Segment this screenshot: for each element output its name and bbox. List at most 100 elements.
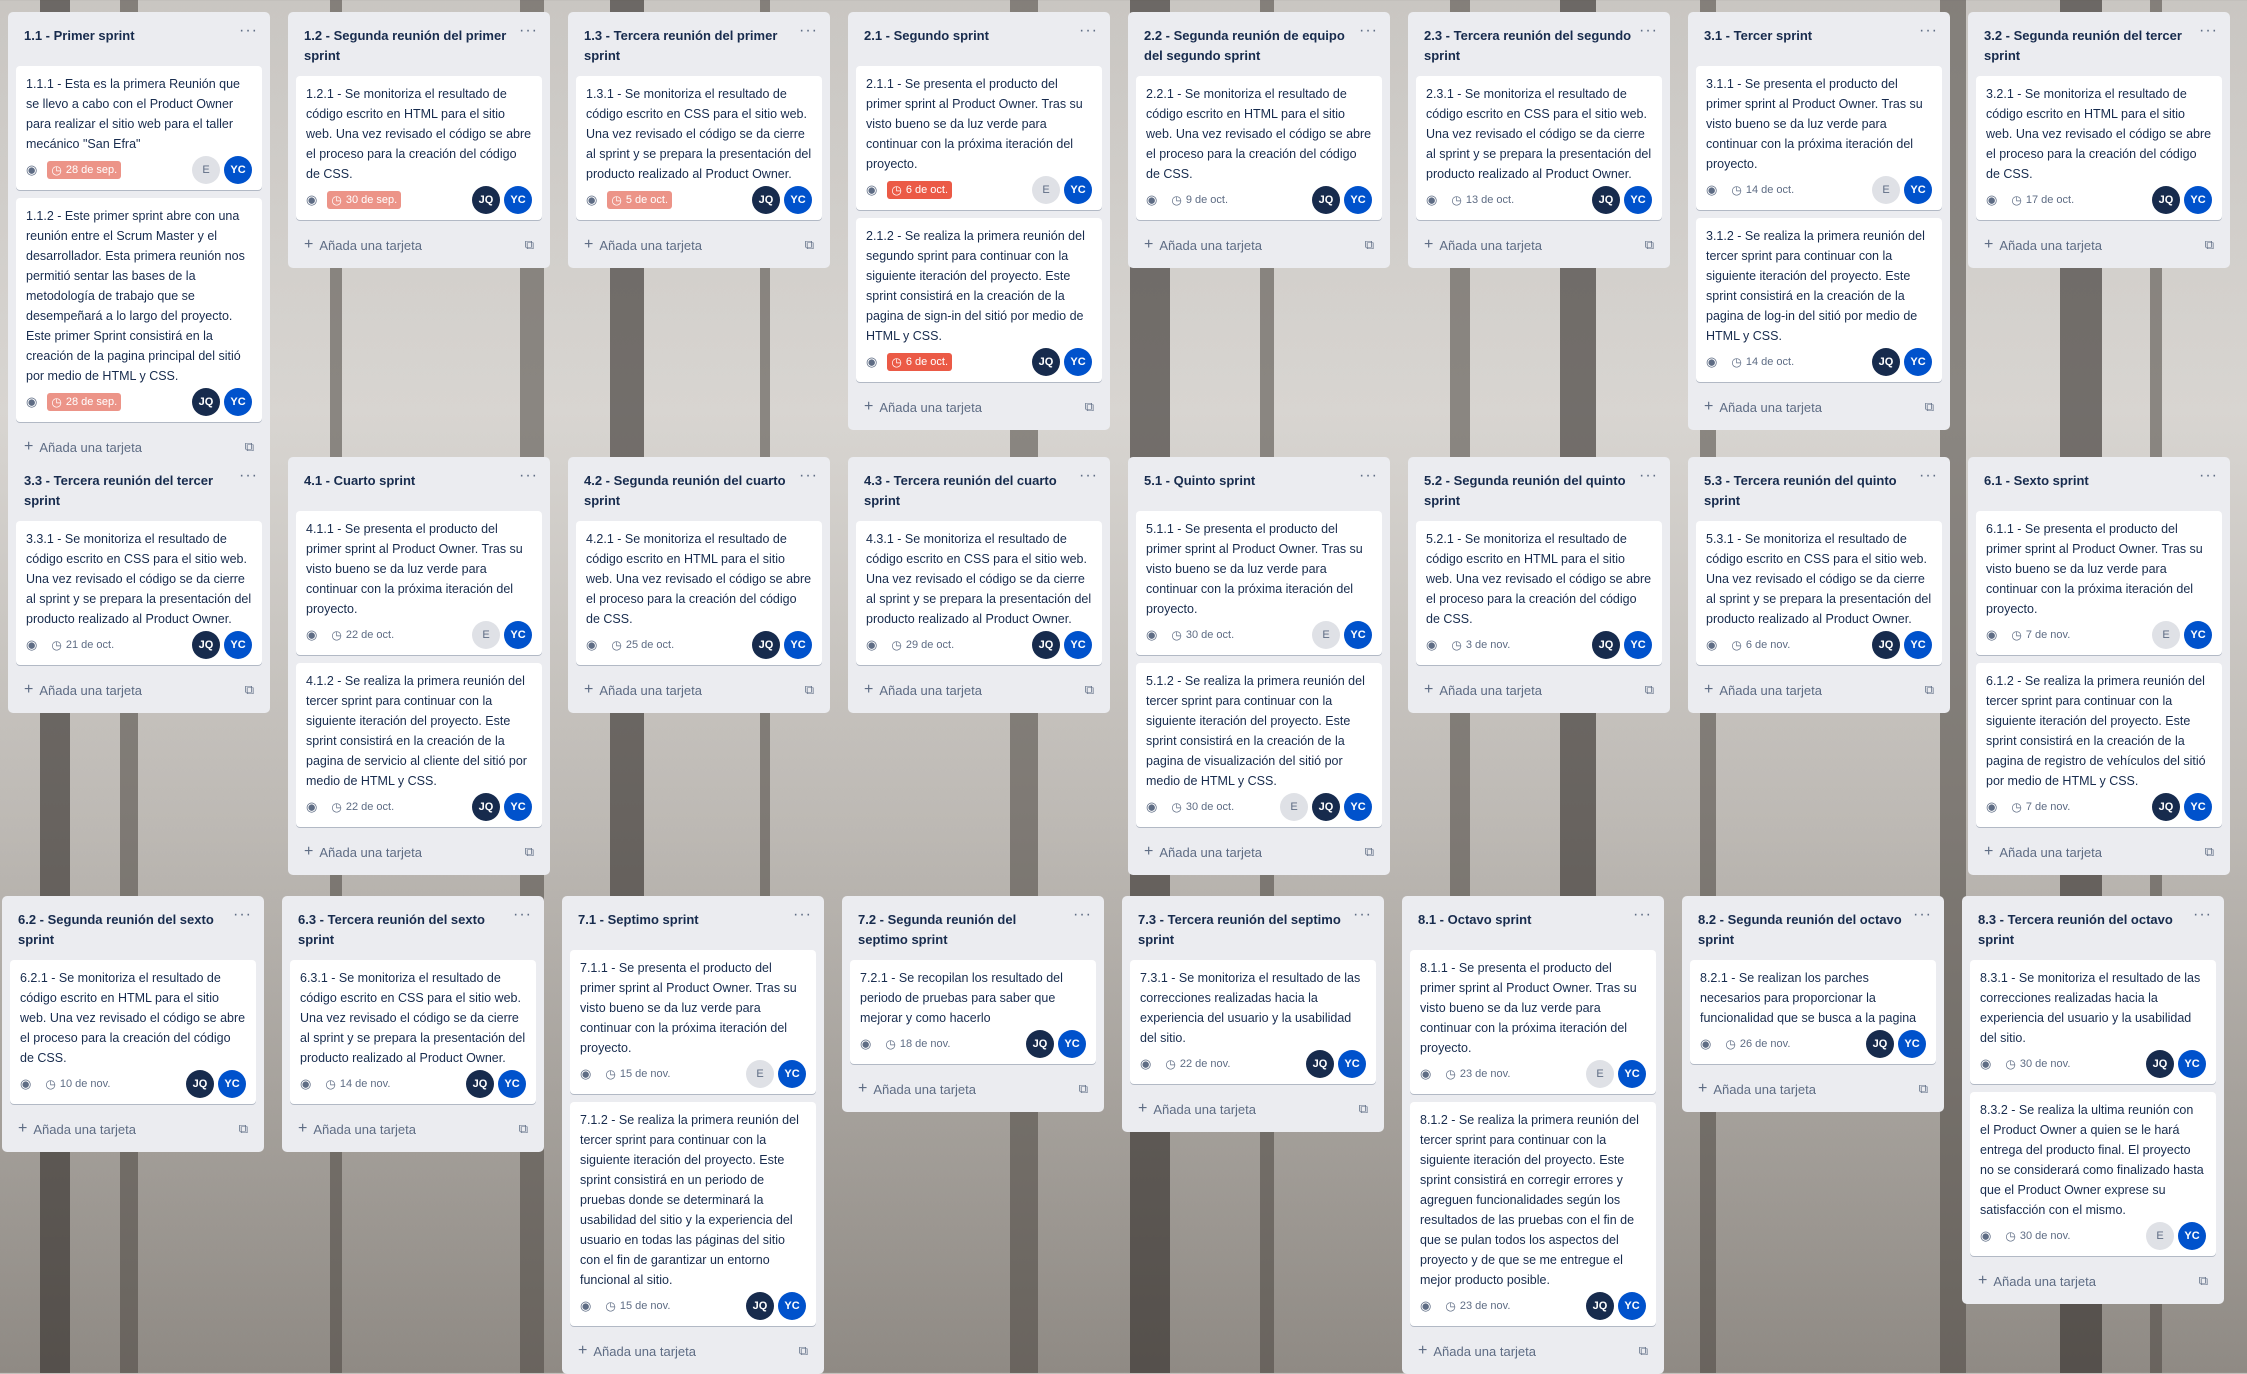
list-title[interactable]: 1.3 - Tercera reunión del primer sprint <box>584 26 794 66</box>
list-header[interactable]: 2.1 - Segundo sprint ··· <box>856 12 1102 56</box>
list-menu-icon[interactable]: ··· <box>513 906 532 924</box>
member-avatar[interactable]: JQ <box>1306 1050 1334 1078</box>
card[interactable]: 3.3.1 - Se monitoriza el resultado de có… <box>16 521 262 665</box>
member-avatar[interactable]: YC <box>2184 621 2212 649</box>
member-avatar[interactable]: YC <box>1624 631 1652 659</box>
card-template-icon[interactable]: ⧉ <box>1639 1343 1648 1359</box>
due-date-badge[interactable]: ◷ 22 de oct. <box>327 626 398 644</box>
card[interactable]: 2.3.1 - Se monitoriza el resultado de có… <box>1416 76 1662 220</box>
add-card-button[interactable]: + Añada una tarjeta ⧉ <box>1130 1092 1376 1132</box>
member-avatar[interactable]: E <box>1872 176 1900 204</box>
card[interactable]: 6.1.2 - Se realiza la primera reunión de… <box>1976 663 2222 827</box>
list-title[interactable]: 7.3 - Tercera reunión del septimo sprint <box>1138 910 1348 950</box>
list-header[interactable]: 4.2 - Segunda reunión del cuarto sprint ·… <box>576 457 822 511</box>
member-avatar[interactable]: YC <box>1064 631 1092 659</box>
card[interactable]: 6.1.1 - Se presenta el producto del prim… <box>1976 511 2222 655</box>
list-title[interactable]: 3.2 - Segunda reunión del tercer sprint <box>1984 26 2194 66</box>
card[interactable]: 4.1.1 - Se presenta el producto del prim… <box>296 511 542 655</box>
due-date-badge[interactable]: ◷ 30 de oct. <box>1167 626 1238 644</box>
list-title[interactable]: 4.3 - Tercera reunión del cuarto sprint <box>864 471 1074 511</box>
due-date-badge[interactable]: ◷ 15 de nov. <box>601 1065 674 1083</box>
list-title[interactable]: 1.1 - Primer sprint <box>24 26 234 46</box>
due-date-badge[interactable]: ◷ 9 de oct. <box>1167 191 1232 209</box>
member-avatar[interactable]: YC <box>2178 1222 2206 1250</box>
member-avatar[interactable]: E <box>746 1060 774 1088</box>
due-date-badge[interactable]: ◷ 22 de nov. <box>1161 1055 1234 1073</box>
card[interactable]: 7.2.1 - Se recopilan los resultado del p… <box>850 960 1096 1064</box>
list-header[interactable]: 2.3 - Tercera reunión del segundo sprint… <box>1416 12 1662 66</box>
list-title[interactable]: 6.1 - Sexto sprint <box>1984 471 2194 491</box>
list-title[interactable]: 5.2 - Segunda reunión del quinto sprint <box>1424 471 1634 511</box>
add-card-button[interactable]: + Añada una tarjeta ⧉ <box>1416 673 1662 713</box>
add-card-button[interactable]: + Añada una tarjeta ⧉ <box>1696 390 1942 430</box>
list-header[interactable]: 2.2 - Segunda reunión de equipo del segu… <box>1136 12 1382 66</box>
add-card-button[interactable]: + Añada una tarjeta ⧉ <box>1410 1334 1656 1374</box>
card[interactable]: 6.2.1 - Se monitoriza el resultado de có… <box>10 960 256 1104</box>
card-template-icon[interactable]: ⧉ <box>1645 682 1654 698</box>
list-header[interactable]: 5.1 - Quinto sprint ··· <box>1136 457 1382 501</box>
list-title[interactable]: 8.3 - Tercera reunión del octavo sprint <box>1978 910 2188 950</box>
due-date-badge[interactable]: ◷ 7 de nov. <box>2007 798 2074 816</box>
card[interactable]: 3.1.2 - Se realiza la primera reunión de… <box>1696 218 1942 382</box>
list-title[interactable]: 6.2 - Segunda reunión del sexto sprint <box>18 910 228 950</box>
member-avatar[interactable]: YC <box>778 1292 806 1320</box>
member-avatar[interactable]: JQ <box>746 1292 774 1320</box>
due-date-badge[interactable]: ◷ 28 de sep. <box>47 393 122 411</box>
list-title[interactable]: 7.2 - Segunda reunión del septimo sprint <box>858 910 1068 950</box>
member-avatar[interactable]: YC <box>1338 1050 1366 1078</box>
card[interactable]: 3.2.1 - Se monitoriza el resultado de có… <box>1976 76 2222 220</box>
member-avatar[interactable]: JQ <box>1026 1030 1054 1058</box>
list-header[interactable]: 7.1 - Septimo sprint ··· <box>570 896 816 940</box>
card-template-icon[interactable]: ⧉ <box>1645 237 1654 253</box>
member-avatar[interactable]: E <box>1312 621 1340 649</box>
due-date-badge[interactable]: ◷ 29 de oct. <box>887 636 958 654</box>
card[interactable]: 8.2.1 - Se realizan los parches necesari… <box>1690 960 1936 1064</box>
list-header[interactable]: 3.2 - Segunda reunión del tercer sprint ·… <box>1976 12 2222 66</box>
card-template-icon[interactable]: ⧉ <box>525 844 534 860</box>
card-template-icon[interactable]: ⧉ <box>519 1121 528 1137</box>
list-title[interactable]: 5.3 - Tercera reunión del quinto sprint <box>1704 471 1914 511</box>
due-date-badge[interactable]: ◷ 23 de nov. <box>1441 1297 1514 1315</box>
card[interactable]: 4.1.2 - Se realiza la primera reunión de… <box>296 663 542 827</box>
card[interactable]: 5.2.1 - Se monitoriza el resultado de có… <box>1416 521 1662 665</box>
add-card-button[interactable]: + Añada una tarjeta ⧉ <box>856 390 1102 430</box>
member-avatar[interactable]: YC <box>1344 621 1372 649</box>
list-header[interactable]: 5.2 - Segunda reunión del quinto sprint ·… <box>1416 457 1662 511</box>
list-menu-icon[interactable]: ··· <box>2193 906 2212 924</box>
card-template-icon[interactable]: ⧉ <box>245 682 254 698</box>
member-avatar[interactable]: YC <box>1064 176 1092 204</box>
member-avatar[interactable]: E <box>1032 176 1060 204</box>
member-avatar[interactable]: YC <box>2178 1050 2206 1078</box>
member-avatar[interactable]: YC <box>1344 186 1372 214</box>
add-card-button[interactable]: + Añada una tarjeta ⧉ <box>576 228 822 268</box>
list-header[interactable]: 3.1 - Tercer sprint ··· <box>1696 12 1942 56</box>
due-date-badge[interactable]: ◷ 3 de nov. <box>1447 636 1514 654</box>
card[interactable]: 5.3.1 - Se monitoriza el resultado de có… <box>1696 521 1942 665</box>
member-avatar[interactable]: JQ <box>472 793 500 821</box>
due-date-badge[interactable]: ◷ 25 de oct. <box>607 636 678 654</box>
list-header[interactable]: 7.3 - Tercera reunión del septimo sprint… <box>1130 896 1376 950</box>
list-title[interactable]: 1.2 - Segunda reunión del primer sprint <box>304 26 514 66</box>
card-template-icon[interactable]: ⧉ <box>1359 1101 1368 1117</box>
card[interactable]: 4.3.1 - Se monitoriza el resultado de có… <box>856 521 1102 665</box>
list-menu-icon[interactable]: ··· <box>239 22 258 40</box>
add-card-button[interactable]: + Añada una tarjeta ⧉ <box>1976 835 2222 875</box>
list-header[interactable]: 1.2 - Segunda reunión del primer sprint ·… <box>296 12 542 66</box>
member-avatar[interactable]: JQ <box>2152 186 2180 214</box>
card[interactable]: 1.1.1 - Esta es la primera Reunión que s… <box>16 66 262 190</box>
add-card-button[interactable]: + Añada una tarjeta ⧉ <box>1970 1264 2216 1304</box>
member-avatar[interactable]: YC <box>784 631 812 659</box>
due-date-badge[interactable]: ◷ 6 de oct. <box>887 353 953 371</box>
due-date-badge[interactable]: ◷ 14 de oct. <box>1727 353 1798 371</box>
card[interactable]: 1.2.1 - Se monitoriza el resultado de có… <box>296 76 542 220</box>
due-date-badge[interactable]: ◷ 6 de nov. <box>1727 636 1794 654</box>
list-title[interactable]: 3.1 - Tercer sprint <box>1704 26 1914 46</box>
member-avatar[interactable]: JQ <box>1872 348 1900 376</box>
member-avatar[interactable]: YC <box>498 1070 526 1098</box>
list-menu-icon[interactable]: ··· <box>1079 467 1098 485</box>
due-date-badge[interactable]: ◷ 30 de sep. <box>327 191 402 209</box>
member-avatar[interactable]: JQ <box>1312 793 1340 821</box>
member-avatar[interactable]: YC <box>1904 631 1932 659</box>
card[interactable]: 5.1.2 - Se realiza la primera reunión de… <box>1136 663 1382 827</box>
list-menu-icon[interactable]: ··· <box>1359 467 1378 485</box>
